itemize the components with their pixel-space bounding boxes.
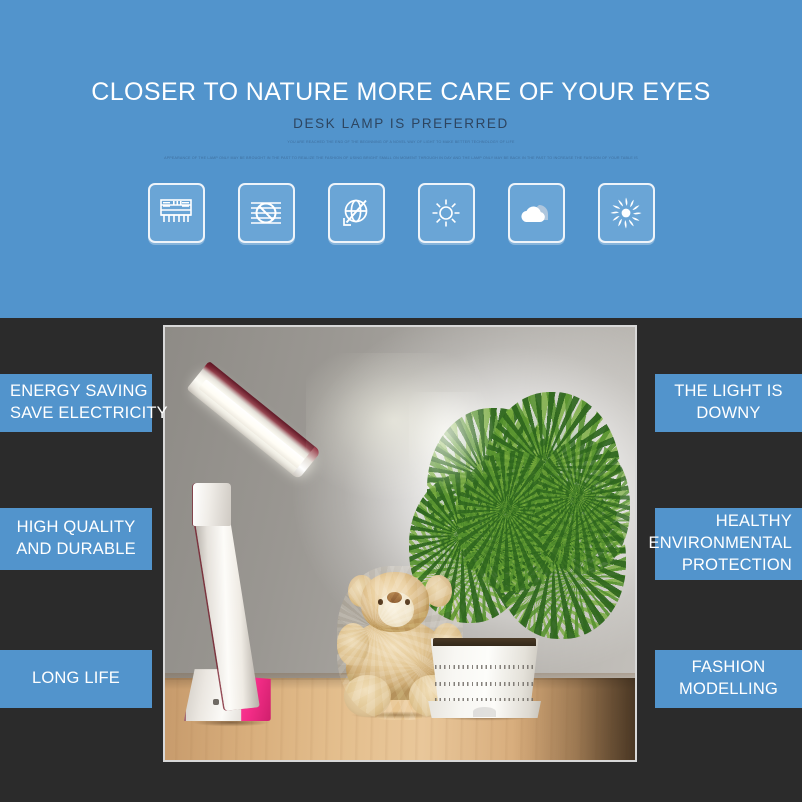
sunburst-icon <box>607 195 645 231</box>
feature-line: AND DURABLE <box>16 540 136 558</box>
feature-line: HEALTHY <box>715 512 792 531</box>
icon-tile-brightness[interactable] <box>417 183 475 243</box>
fineprint-line-2: APPEARANCE OF THE LAMP ONLY MAY BE BROUG… <box>164 156 638 160</box>
feature-line: THE LIGHT IS <box>674 382 783 401</box>
feature-fashion-modelling: FASHION MODELLING <box>655 650 802 708</box>
feature-line: ENVIRONMENTAL <box>648 534 792 553</box>
fineprint-line-1: YOU ARE REACHED THE END OF THE BEGINNING… <box>287 140 515 144</box>
desk-lamp-product-photo <box>163 325 637 762</box>
header-banner: CLOSER TO NATURE MORE CARE OF YOUR EYES … <box>0 0 802 318</box>
feature-energy-saving: ENERGY SAVING SAVE ELECTRICITY <box>0 374 168 432</box>
lamp-head <box>186 361 322 480</box>
feature-line: MODELLING <box>679 680 778 698</box>
led-light-strip <box>197 379 308 472</box>
feature-line: ENERGY SAVING <box>10 382 148 401</box>
icon-tile-natural-light[interactable] <box>597 183 655 243</box>
feature-long-life: LONG LIFE <box>0 650 152 708</box>
no-flicker-icon <box>248 196 284 230</box>
feature-line: PROTECTION <box>681 555 792 574</box>
feature-healthy-eco: HEALTHY ENVIRONMENTAL PROTECTION <box>649 508 802 580</box>
icon-tile-soft-light[interactable] <box>507 183 565 243</box>
led-panel-icon <box>158 196 194 230</box>
feature-icon-row <box>0 183 802 245</box>
icon-tile-no-flicker[interactable] <box>237 183 295 243</box>
icon-tile-led-panel[interactable] <box>147 183 205 243</box>
feature-line: SAVE ELECTRICITY <box>10 404 168 422</box>
feature-line: HIGH QUALITY <box>16 518 136 537</box>
icon-tile-no-radiation[interactable] <box>327 183 385 243</box>
light-pool <box>306 352 598 579</box>
page-subtitle: DESK LAMP IS PREFERRED <box>293 116 509 131</box>
feature-high-quality: HIGH QUALITY AND DURABLE <box>0 508 152 570</box>
lamp-hinge <box>193 482 231 527</box>
no-radiation-icon <box>338 196 374 230</box>
feature-line: LONG LIFE <box>32 669 120 688</box>
feature-line: DOWNY <box>696 404 761 422</box>
page-title: CLOSER TO NATURE MORE CARE OF YOUR EYES <box>91 78 711 106</box>
led-desk-lamp <box>165 327 635 760</box>
feature-light-downy: THE LIGHT IS DOWNY <box>655 374 802 432</box>
soft-cloud-icon <box>517 198 555 228</box>
feature-line: FASHION <box>691 658 766 677</box>
brightness-sun-icon <box>428 196 464 230</box>
